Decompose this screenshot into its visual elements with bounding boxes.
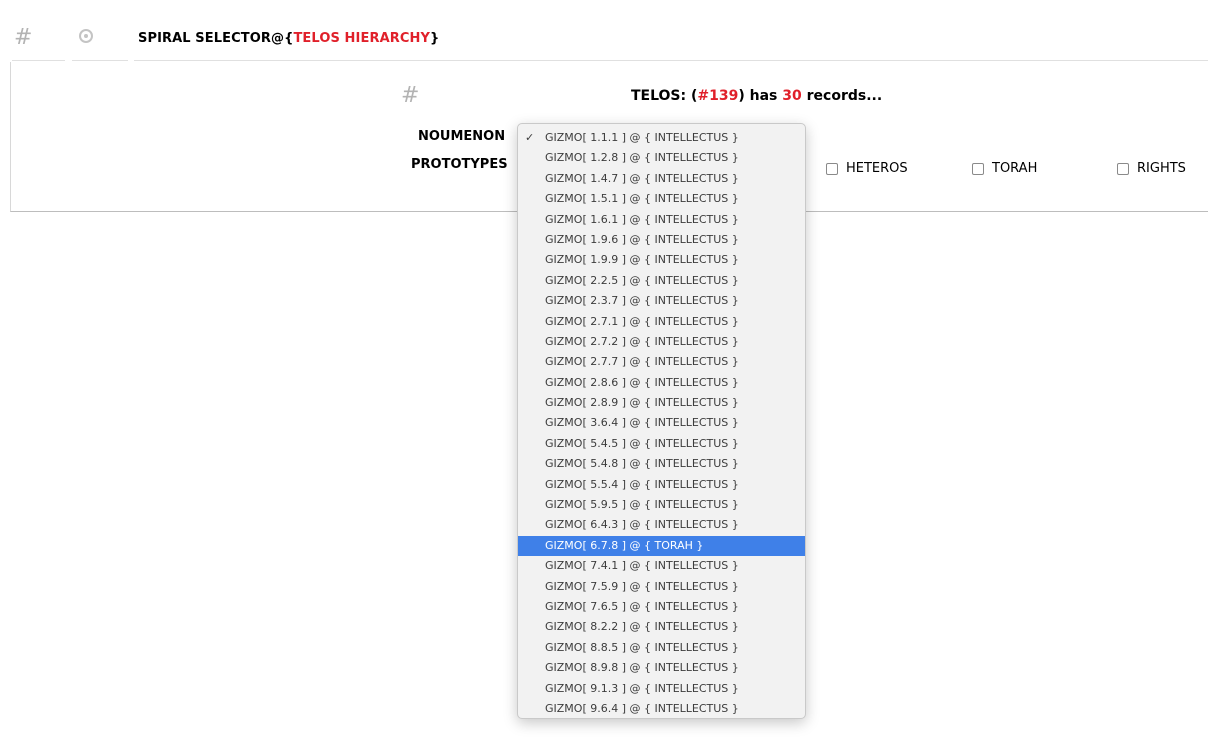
divider <box>134 60 1208 61</box>
dropdown-option-label: GIZMO[ 1.9.9 ] @ { INTELLECTUS } <box>545 253 739 267</box>
telos-suffix: records... <box>801 88 883 104</box>
telos-id: #139 <box>697 88 739 104</box>
title-prefix: SPIRAL SELECTOR@{ <box>138 31 294 46</box>
dropdown-option[interactable]: GIZMO[ 7.5.9 ] @ { INTELLECTUS } <box>518 577 805 597</box>
checkbox-label: RIGHTS <box>1137 161 1186 176</box>
dropdown-option[interactable]: GIZMO[ 9.1.3 ] @ { INTELLECTUS } <box>518 679 805 699</box>
dropdown-option-label: GIZMO[ 8.9.8 ] @ { INTELLECTUS } <box>545 661 739 675</box>
dropdown-option[interactable]: GIZMO[ 8.2.2 ] @ { INTELLECTUS } <box>518 617 805 637</box>
dropdown-option-label: GIZMO[ 2.7.1 ] @ { INTELLECTUS } <box>545 314 739 328</box>
dropdown-option-label: GIZMO[ 1.1.1 ] @ { INTELLECTUS } <box>545 131 739 144</box>
dropdown-option[interactable]: GIZMO[ 1.9.6 ] @ { INTELLECTUS } <box>518 230 805 250</box>
dropdown-option-label: GIZMO[ 5.4.5 ] @ { INTELLECTUS } <box>545 436 739 450</box>
dropdown-option-label: GIZMO[ 1.6.1 ] @ { INTELLECTUS } <box>545 212 739 226</box>
radio-icon[interactable] <box>79 29 93 43</box>
title-highlight: TELOS HIERARCHY <box>293 31 430 46</box>
dropdown-option[interactable]: GIZMO[ 1.5.1 ] @ { INTELLECTUS } <box>518 189 805 209</box>
dropdown-option[interactable]: GIZMO[ 5.4.8 ] @ { INTELLECTUS } <box>518 454 805 474</box>
divider <box>72 60 128 61</box>
dropdown-option[interactable]: GIZMO[ 2.3.7 ] @ { INTELLECTUS } <box>518 291 805 311</box>
dropdown-option[interactable]: GIZMO[ 2.7.1 ] @ { INTELLECTUS } <box>518 312 805 332</box>
title-suffix: } <box>429 31 440 46</box>
dropdown-option-label: GIZMO[ 8.2.2 ] @ { INTELLECTUS } <box>545 620 739 634</box>
checkbox-box[interactable] <box>1117 162 1129 175</box>
telos-prefix: TELOS: ( <box>631 88 698 104</box>
dropdown-option-label: GIZMO[ 5.9.5 ] @ { INTELLECTUS } <box>545 498 739 512</box>
dropdown-option[interactable]: GIZMO[ 5.4.5 ] @ { INTELLECTUS } <box>518 434 805 454</box>
checkbox-heteros[interactable]: HETEROS <box>826 161 908 176</box>
checkbox-box[interactable] <box>826 162 838 175</box>
telos-count: 30 <box>782 88 802 104</box>
dropdown-option[interactable]: GIZMO[ 6.4.3 ] @ { INTELLECTUS } <box>518 515 805 535</box>
dropdown-option-label: GIZMO[ 1.5.1 ] @ { INTELLECTUS } <box>545 192 739 206</box>
hash-icon[interactable]: # <box>14 26 32 50</box>
page-title: SPIRAL SELECTOR@{TELOS HIERARCHY} <box>138 31 439 46</box>
dropdown-option-label: GIZMO[ 5.5.4 ] @ { INTELLECTUS } <box>545 477 739 491</box>
telos-summary: TELOS: (#139) has 30 records... <box>631 88 882 104</box>
noumenon-dropdown-list[interactable]: ✓ GIZMO[ 1.1.1 ] @ { INTELLECTUS } GIZMO[ … <box>517 123 806 719</box>
dropdown-option-label: GIZMO[ 8.8.5 ] @ { INTELLECTUS } <box>545 640 739 654</box>
dropdown-option[interactable]: GIZMO[ 7.6.5 ] @ { INTELLECTUS } <box>518 597 805 617</box>
dropdown-option-label: GIZMO[ 2.7.7 ] @ { INTELLECTUS } <box>545 355 739 369</box>
dropdown-option[interactable]: GIZMO[ 1.4.7 ] @ { INTELLECTUS } <box>518 169 805 189</box>
dropdown-option[interactable]: GIZMO[ 1.2.8 ] @ { INTELLECTUS } <box>518 148 805 168</box>
hash-icon[interactable]: # <box>401 84 419 108</box>
dropdown-option-label: GIZMO[ 1.2.8 ] @ { INTELLECTUS } <box>545 151 739 165</box>
dropdown-option-label: GIZMO[ 7.4.1 ] @ { INTELLECTUS } <box>545 559 739 573</box>
dropdown-option-label: GIZMO[ 6.7.8 ] @ { TORAH } <box>545 538 704 552</box>
checkbox-label: HETEROS <box>846 161 908 176</box>
dropdown-option[interactable]: GIZMO[ 8.8.5 ] @ { INTELLECTUS } <box>518 638 805 658</box>
checkbox-box[interactable] <box>972 162 984 175</box>
dropdown-option[interactable]: GIZMO[ 5.9.5 ] @ { INTELLECTUS } <box>518 495 805 515</box>
dropdown-option[interactable]: GIZMO[ 1.9.9 ] @ { INTELLECTUS } <box>518 250 805 270</box>
dropdown-option-label: GIZMO[ 5.4.8 ] @ { INTELLECTUS } <box>545 457 739 471</box>
dropdown-option[interactable]: GIZMO[ 2.7.2 ] @ { INTELLECTUS } <box>518 332 805 352</box>
divider <box>12 60 65 61</box>
dropdown-option[interactable]: GIZMO[ 2.8.6 ] @ { INTELLECTUS } <box>518 373 805 393</box>
dropdown-option[interactable]: GIZMO[ 5.5.4 ] @ { INTELLECTUS } <box>518 475 805 495</box>
header-bar: # SPIRAL SELECTOR@{TELOS HIERARCHY} <box>0 0 1208 62</box>
dropdown-option-label: GIZMO[ 7.6.5 ] @ { INTELLECTUS } <box>545 599 739 613</box>
dropdown-option[interactable]: ✓ GIZMO[ 1.1.1 ] @ { INTELLECTUS } <box>518 128 805 148</box>
dropdown-option[interactable]: GIZMO[ 8.9.8 ] @ { INTELLECTUS } <box>518 658 805 678</box>
dropdown-option-label: GIZMO[ 7.5.9 ] @ { INTELLECTUS } <box>545 579 739 593</box>
dropdown-option[interactable]: GIZMO[ 2.2.5 ] @ { INTELLECTUS } <box>518 271 805 291</box>
dropdown-option-label: GIZMO[ 6.4.3 ] @ { INTELLECTUS } <box>545 518 739 532</box>
noumenon-label: NOUMENON <box>418 129 506 144</box>
telos-mid: ) has <box>738 88 783 104</box>
checkmark-icon: ✓ <box>525 131 535 144</box>
dropdown-option-label: GIZMO[ 2.3.7 ] @ { INTELLECTUS } <box>545 294 739 308</box>
dropdown-option-label: GIZMO[ 9.1.3 ] @ { INTELLECTUS } <box>545 681 739 695</box>
dropdown-option-label: GIZMO[ 2.8.6 ] @ { INTELLECTUS } <box>545 375 739 389</box>
dropdown-option-label: GIZMO[ 1.9.6 ] @ { INTELLECTUS } <box>545 232 739 246</box>
dropdown-option[interactable]: GIZMO[ 2.7.7 ] @ { INTELLECTUS } <box>518 352 805 372</box>
dropdown-option[interactable]: GIZMO[ 7.4.1 ] @ { INTELLECTUS } <box>518 556 805 576</box>
dropdown-option[interactable]: GIZMO[ 6.7.8 ] @ { TORAH } <box>518 535 805 557</box>
dropdown-option-label: GIZMO[ 3.6.4 ] @ { INTELLECTUS } <box>545 416 739 430</box>
dropdown-option[interactable]: GIZMO[ 9.6.4 ] @ { INTELLECTUS } <box>518 699 805 718</box>
dropdown-option[interactable]: GIZMO[ 3.6.4 ] @ { INTELLECTUS } <box>518 413 805 433</box>
dropdown-option-label: GIZMO[ 2.8.9 ] @ { INTELLECTUS } <box>545 396 739 410</box>
checkbox-torah[interactable]: TORAH <box>972 161 1037 176</box>
dropdown-option[interactable]: GIZMO[ 1.6.1 ] @ { INTELLECTUS } <box>518 210 805 230</box>
dropdown-option-label: GIZMO[ 1.4.7 ] @ { INTELLECTUS } <box>545 171 739 185</box>
checkbox-rights[interactable]: RIGHTS <box>1117 161 1186 176</box>
checkbox-label: TORAH <box>992 161 1038 176</box>
dropdown-option-label: GIZMO[ 2.7.2 ] @ { INTELLECTUS } <box>545 334 739 348</box>
dropdown-option[interactable]: GIZMO[ 2.8.9 ] @ { INTELLECTUS } <box>518 393 805 413</box>
prototypes-label: PROTOTYPES <box>411 157 508 172</box>
dropdown-option-label: GIZMO[ 2.2.5 ] @ { INTELLECTUS } <box>545 273 739 287</box>
dropdown-option-label: GIZMO[ 9.6.4 ] @ { INTELLECTUS } <box>545 701 739 715</box>
